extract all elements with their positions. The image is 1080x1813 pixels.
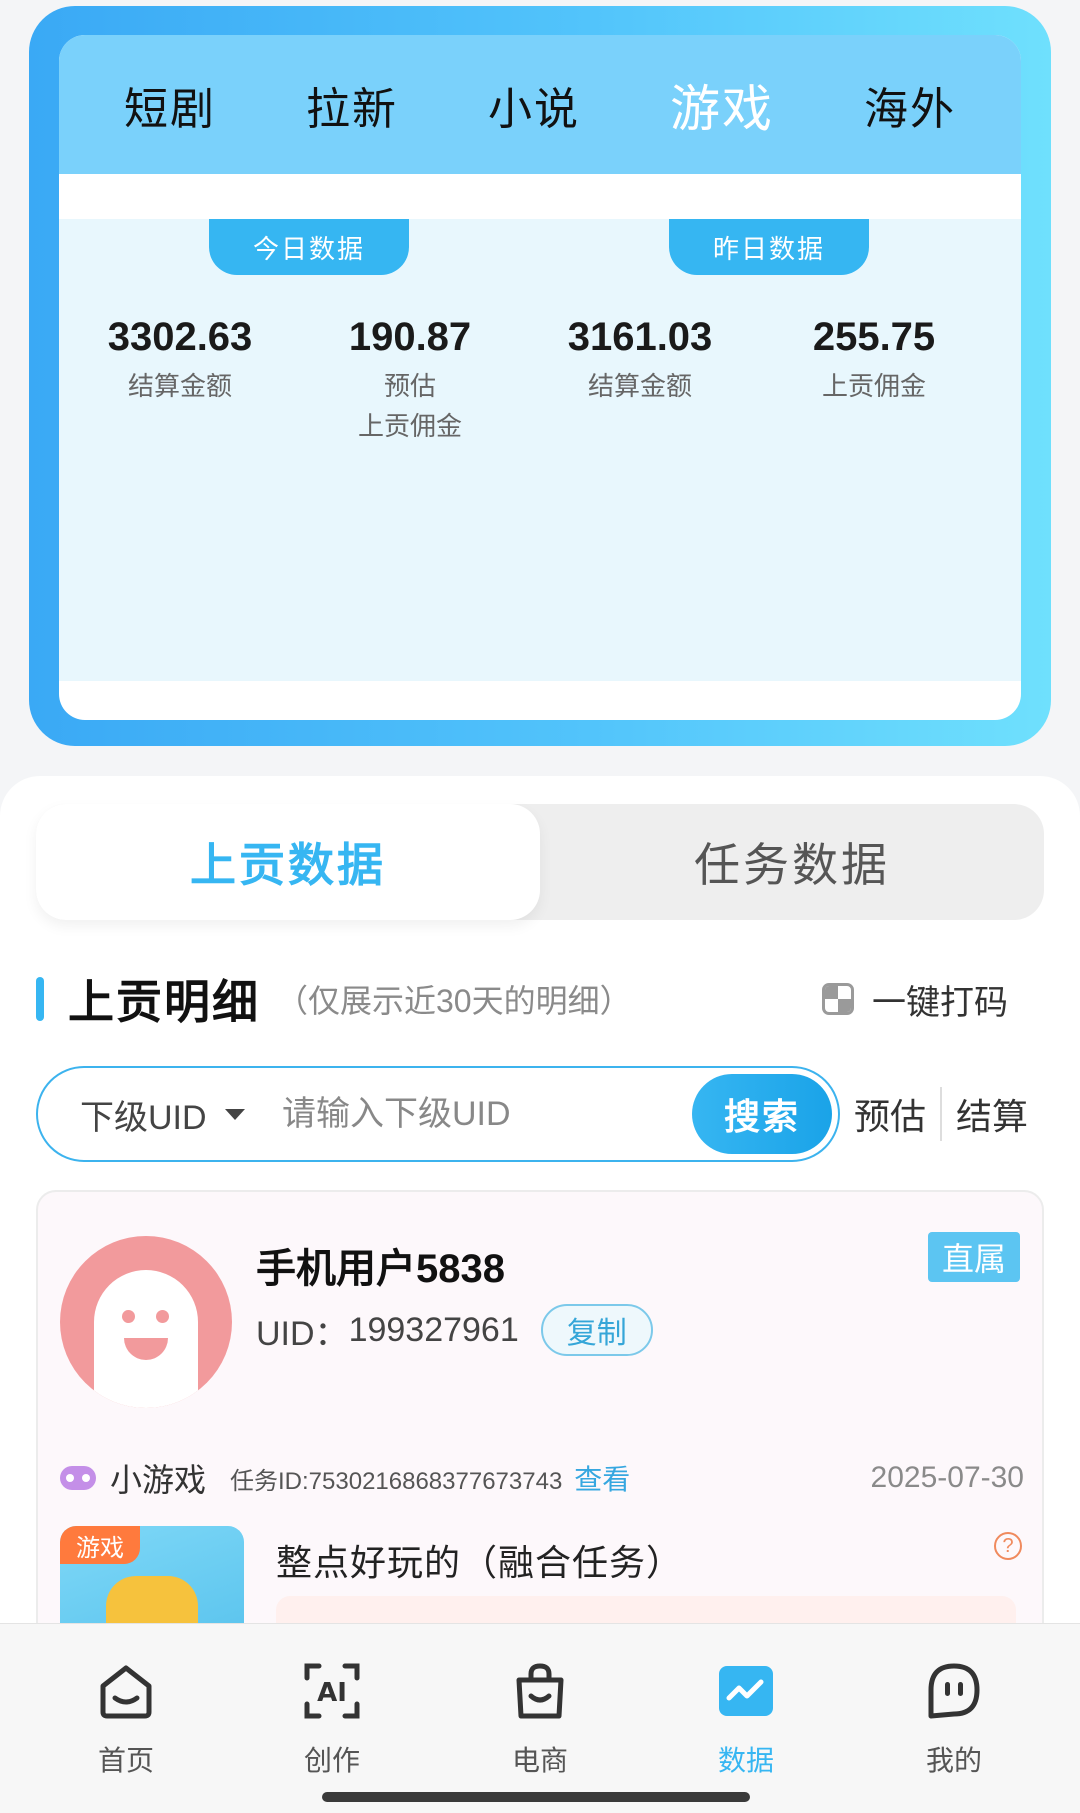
- task-date: 2025-07-30: [870, 1461, 1024, 1494]
- tab-new-users[interactable]: 拉新: [306, 73, 398, 137]
- search-button[interactable]: 搜索: [692, 1074, 832, 1154]
- relation-badge: 直属: [927, 1232, 1020, 1282]
- nav-data-label: 数据: [717, 1745, 774, 1776]
- nav-profile-label: 我的: [925, 1745, 982, 1776]
- task-row: 小游戏 任务ID:7530216868377673743 查看 2025-07-…: [60, 1454, 1024, 1502]
- user-name: 手机用户5838: [256, 1247, 505, 1291]
- avatar: [60, 1236, 232, 1408]
- today-settle-stat: 3302.63 结算金额: [65, 315, 295, 406]
- bottom-nav: 首页 AI 创作 电商 数据 我的: [0, 1623, 1080, 1813]
- today-settle-label: 结算金额: [127, 371, 232, 401]
- profile-icon: [928, 1663, 980, 1719]
- segment-task-data[interactable]: 任务数据: [540, 804, 1044, 920]
- shopping-bag-icon: [516, 1663, 564, 1719]
- today-badge: 今日数据: [209, 219, 409, 275]
- tab-overseas[interactable]: 海外: [864, 73, 956, 137]
- yesterday-commission-value: 255.75: [812, 315, 936, 359]
- task-id: 任务ID:7530216868377673743: [230, 1467, 563, 1495]
- uid-row: UID： 199327961 复制: [256, 1304, 653, 1356]
- nav-profile[interactable]: 我的: [884, 1660, 1024, 1779]
- data-chart-icon: [719, 1666, 773, 1716]
- svg-text:AI: AI: [317, 1678, 347, 1708]
- section-header: 上贡明细 （仅展示近30天的明细） 一键打码: [36, 968, 1044, 1030]
- search-row: 下级UID 搜索 预估 结算: [36, 1066, 1044, 1162]
- uid-search-input[interactable]: [282, 1088, 592, 1140]
- today-commission-value: 190.87: [348, 315, 472, 359]
- tab-short-drama[interactable]: 短剧: [124, 73, 216, 137]
- nav-create[interactable]: AI 创作: [262, 1660, 402, 1779]
- mode-estimate[interactable]: 预估: [854, 1088, 926, 1140]
- nav-ecommerce-label: 电商: [511, 1745, 568, 1776]
- section-accent-bar: [36, 977, 44, 1021]
- tab-game[interactable]: 游戏: [670, 69, 774, 141]
- nav-ecommerce[interactable]: 电商: [470, 1660, 610, 1779]
- mosaic-icon: [822, 983, 854, 1015]
- yesterday-badge: 昨日数据: [669, 219, 869, 275]
- uid-value: 199327961: [348, 1310, 519, 1349]
- today-settle-value: 3302.63: [107, 315, 253, 359]
- stats-card: 短剧 拉新 小说 游戏 海外 今日数据 昨日数据 3302.63 结算金额 19…: [29, 6, 1051, 746]
- one-click-mask-button[interactable]: 一键打码: [822, 975, 1008, 1024]
- gamepad-icon: [60, 1466, 96, 1490]
- home-indicator[interactable]: [322, 1792, 750, 1802]
- nav-create-label: 创作: [303, 1745, 360, 1776]
- section-note: （仅展示近30天的明细）: [276, 983, 632, 1019]
- today-commission-stat: 190.87 预估 上贡佣金: [295, 315, 525, 446]
- ghost-avatar-icon: [94, 1270, 198, 1408]
- home-icon: [100, 1665, 152, 1719]
- mode-divider: [940, 1087, 943, 1141]
- uid-label: UID：: [256, 1314, 349, 1353]
- nav-home[interactable]: 首页: [56, 1660, 196, 1779]
- yesterday-commission-label: 上贡佣金: [821, 371, 926, 401]
- yesterday-settle-label: 结算金额: [587, 371, 692, 401]
- tab-novel[interactable]: 小说: [488, 73, 580, 137]
- task-type: 小游戏: [110, 1462, 207, 1498]
- game-tag: 游戏: [60, 1526, 140, 1564]
- mode-settle[interactable]: 结算: [956, 1088, 1028, 1140]
- game-title: 整点好玩的（融合任务）: [276, 1542, 684, 1583]
- ai-create-icon: AI: [304, 1663, 360, 1719]
- stats-panel: 今日数据 昨日数据 3302.63 结算金额 190.87 预估 上贡佣金 31…: [59, 219, 1021, 681]
- copy-button[interactable]: 复制: [540, 1304, 653, 1356]
- nav-home-label: 首页: [97, 1745, 154, 1776]
- search-type-dropdown[interactable]: 下级UID: [80, 1068, 245, 1160]
- stats-card-inner: 短剧 拉新 小说 游戏 海外 今日数据 昨日数据 3302.63 结算金额 19…: [59, 35, 1021, 720]
- help-icon[interactable]: ?: [994, 1532, 1022, 1560]
- yesterday-settle-stat: 3161.03 结算金额: [525, 315, 755, 406]
- category-tabs: 短剧 拉新 小说 游戏 海外: [59, 35, 1021, 174]
- section-title: 上贡明细: [68, 976, 260, 1028]
- search-type-label: 下级UID: [80, 1098, 207, 1137]
- search-box: 下级UID 搜索: [36, 1066, 840, 1162]
- yesterday-settle-value: 3161.03: [567, 315, 713, 359]
- segment-tribute-data[interactable]: 上贡数据: [36, 804, 540, 920]
- task-view-link[interactable]: 查看: [574, 1458, 630, 1498]
- one-click-mask-label: 一键打码: [872, 983, 1008, 1022]
- today-commission-label-2: 上贡佣金: [357, 411, 462, 441]
- mode-toggle: 预估 结算: [854, 1066, 1028, 1162]
- today-commission-label-1: 预估: [383, 371, 436, 401]
- yesterday-commission-stat: 255.75 上贡佣金: [759, 315, 989, 406]
- data-segment-control: 上贡数据 任务数据: [36, 804, 1044, 920]
- nav-data[interactable]: 数据: [676, 1660, 816, 1779]
- caret-down-icon: [224, 1108, 245, 1120]
